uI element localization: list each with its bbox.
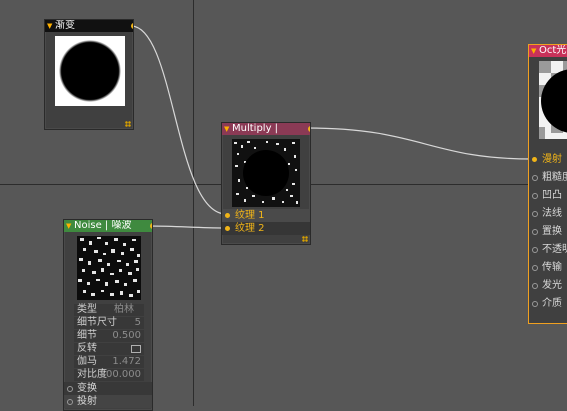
param-value: 100.000 xyxy=(99,369,141,380)
collapse-triangle-icon[interactable]: ▼ xyxy=(531,45,536,57)
port-label: 不透明 xyxy=(542,244,567,255)
port-label: 投射 xyxy=(77,396,97,407)
input-port-icon[interactable] xyxy=(67,399,73,405)
resize-grip-icon[interactable] xyxy=(302,236,308,242)
material-input-displacement[interactable]: 置换 xyxy=(529,225,567,238)
noise-param-contrast[interactable]: 对比度 100.000 xyxy=(74,369,144,381)
param-value: 柏林 xyxy=(114,304,134,315)
input-port-icon[interactable] xyxy=(532,247,538,253)
material-preview xyxy=(539,61,567,139)
port-label: 介质 xyxy=(542,298,562,309)
param-label: 伽马 xyxy=(77,356,97,367)
param-label: 类型 xyxy=(77,304,97,315)
wire-noise-to-multiply xyxy=(147,225,227,229)
port-label: 传输 xyxy=(542,262,562,273)
material-input-transmission[interactable]: 传输 xyxy=(529,261,567,274)
multiply-node-title: Multiply | xyxy=(232,123,279,134)
noise-node-title: Noise | 噪波 xyxy=(74,220,132,231)
gradient-node-title: 渐变 xyxy=(55,20,75,31)
input-port-icon[interactable] xyxy=(225,213,230,218)
collapse-triangle-icon[interactable]: ▼ xyxy=(224,123,229,135)
input-port-icon[interactable] xyxy=(532,157,537,162)
noise-param-detail[interactable]: 细节 0.500 xyxy=(74,330,144,342)
gradient-node[interactable]: ▼ 渐变 xyxy=(44,19,134,130)
multiply-input-2[interactable]: 纹理 2 xyxy=(222,222,310,235)
multiply-output-port[interactable] xyxy=(308,126,310,132)
port-label: 变换 xyxy=(77,383,97,394)
param-label: 细节尺寸 xyxy=(77,317,117,328)
noise-port-transform[interactable]: 变换 xyxy=(64,382,152,395)
multiply-input-1[interactable]: 纹理 1 xyxy=(222,209,310,222)
param-label: 反转 xyxy=(77,343,97,354)
material-input-emission[interactable]: 发光 xyxy=(529,279,567,292)
port-label: 法线 xyxy=(542,208,562,219)
noise-node-header[interactable]: ▼ Noise | 噪波 xyxy=(64,220,152,232)
multiply-preview xyxy=(232,139,300,207)
noise-param-detail-size[interactable]: 细节尺寸 5 xyxy=(74,317,144,329)
noise-port-projection[interactable]: 投射 xyxy=(64,395,152,408)
input-port-icon[interactable] xyxy=(532,283,538,289)
input-port-icon[interactable] xyxy=(532,229,538,235)
material-node-header[interactable]: ▼ Oct光 xyxy=(529,45,567,57)
input-port-icon[interactable] xyxy=(225,226,230,231)
input-port-icon[interactable] xyxy=(67,386,73,392)
gradient-output-port[interactable] xyxy=(131,23,133,29)
material-input-medium[interactable]: 介质 xyxy=(529,297,567,310)
noise-param-invert[interactable]: 反转 xyxy=(74,343,144,355)
input-port-icon[interactable] xyxy=(532,301,538,307)
material-node[interactable]: ▼ Oct光 漫射 粗糙度 凹凸 法线 置换 不透明 传输 xyxy=(528,44,567,324)
port-label: 发光 xyxy=(542,280,562,291)
port-label: 凹凸 xyxy=(542,190,562,201)
invert-checkbox[interactable] xyxy=(131,345,141,353)
port-label: 粗糙度 xyxy=(542,172,567,183)
port-label: 漫射 xyxy=(542,154,562,165)
canvas-axis-vertical xyxy=(193,0,194,406)
material-input-opacity[interactable]: 不透明 xyxy=(529,243,567,256)
material-input-normal[interactable]: 法线 xyxy=(529,207,567,220)
noise-param-type[interactable]: 类型 柏林 xyxy=(74,304,144,316)
multiply-node-header[interactable]: ▼ Multiply | xyxy=(222,123,310,135)
input-port-icon[interactable] xyxy=(532,211,538,217)
material-input-bump[interactable]: 凹凸 xyxy=(529,189,567,202)
multiply-input-2-label: 纹理 2 xyxy=(235,223,265,234)
param-label: 细节 xyxy=(77,330,97,341)
gradient-node-header[interactable]: ▼ 渐变 xyxy=(45,20,133,32)
input-port-icon[interactable] xyxy=(532,265,538,271)
noise-node[interactable]: ▼ Noise | 噪波 类型 柏林 细节尺寸 5 细节 0.500 反转 伽马… xyxy=(63,219,153,411)
noise-preview xyxy=(77,236,141,300)
wire-multiply-to-material xyxy=(306,127,532,160)
collapse-triangle-icon[interactable]: ▼ xyxy=(47,20,52,32)
input-port-icon[interactable] xyxy=(532,193,538,199)
param-value: 5 xyxy=(134,317,141,328)
param-value: 1.472 xyxy=(112,356,141,367)
gradient-preview xyxy=(55,36,125,106)
param-value: 0.500 xyxy=(112,330,141,341)
noise-output-port[interactable] xyxy=(150,223,152,229)
wire-gradient-to-multiply xyxy=(130,25,227,215)
multiply-node[interactable]: ▼ Multiply | 纹理 1 纹理 2 xyxy=(221,122,311,245)
material-input-roughness[interactable]: 粗糙度 xyxy=(529,171,567,184)
material-input-diffuse[interactable]: 漫射 xyxy=(529,153,567,166)
port-label: 置换 xyxy=(542,226,562,237)
material-node-title: Oct光 xyxy=(539,45,567,56)
multiply-input-1-label: 纹理 1 xyxy=(235,210,265,221)
input-port-icon[interactable] xyxy=(532,175,538,181)
resize-grip-icon[interactable] xyxy=(125,121,131,127)
collapse-triangle-icon[interactable]: ▼ xyxy=(66,220,71,232)
noise-param-gamma[interactable]: 伽马 1.472 xyxy=(74,356,144,368)
